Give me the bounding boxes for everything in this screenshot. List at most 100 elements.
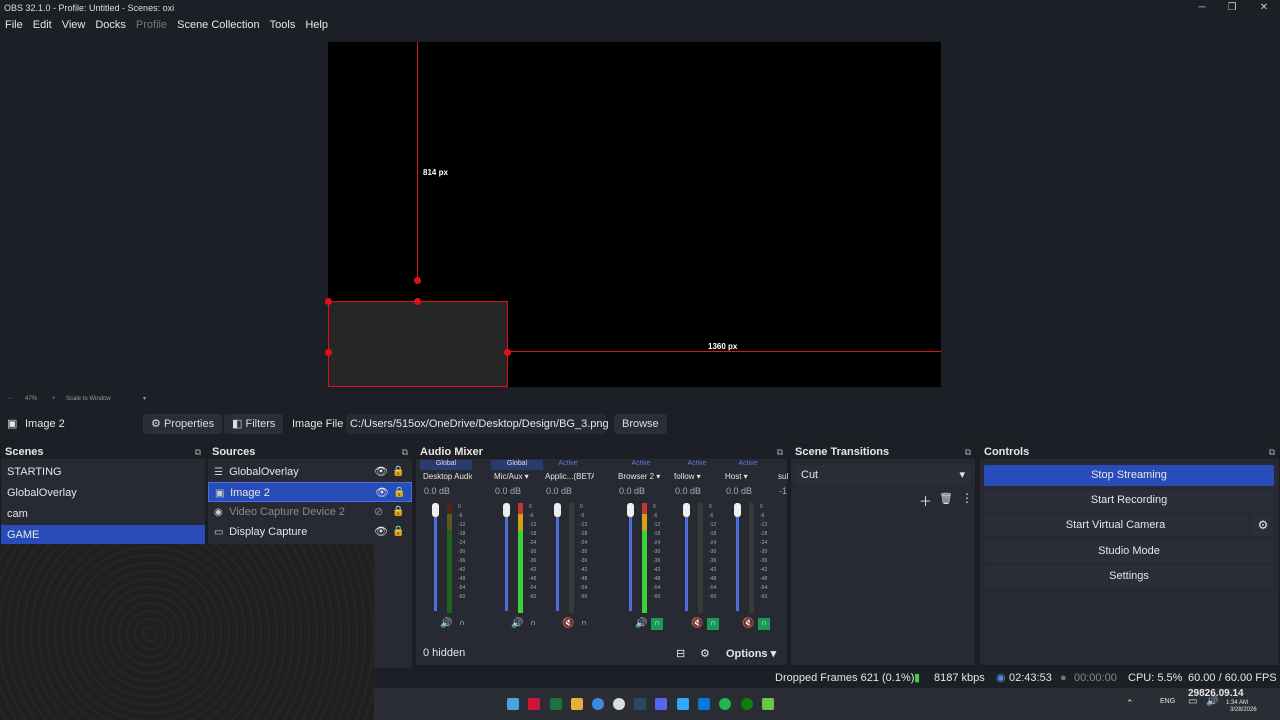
volume-knob[interactable] [432, 503, 439, 517]
menu-tools[interactable]: Tools [265, 16, 301, 34]
stop-streaming-button[interactable]: Stop Streaming [984, 465, 1274, 486]
start-recording-button[interactable]: Start Recording [984, 490, 1274, 511]
resize-handle[interactable] [414, 277, 421, 284]
properties-button[interactable]: ⚙ Properties [143, 414, 223, 434]
scene-item-globaloverlay[interactable]: GlobalOverlay [1, 483, 205, 504]
eye-icon[interactable]: 👁 [374, 522, 388, 542]
menu-help[interactable]: Help [300, 16, 333, 34]
folder-icon[interactable] [571, 698, 583, 710]
menu-edit[interactable]: Edit [28, 16, 57, 34]
zoom-out-button[interactable]: − [8, 393, 12, 405]
undock-icon[interactable]: ⧉ [965, 445, 971, 459]
scene-item-cam[interactable]: cam [1, 504, 205, 525]
steam-icon[interactable] [634, 698, 646, 710]
eye-icon[interactable]: 👁 [375, 483, 389, 503]
spotify-icon[interactable] [719, 698, 731, 710]
mute-icon[interactable]: 🔇 [562, 618, 574, 629]
volume-knob[interactable] [627, 503, 634, 517]
language-indicator[interactable]: ENG [1160, 698, 1175, 705]
excel-icon[interactable] [550, 698, 562, 710]
discord-icon[interactable] [655, 698, 667, 710]
volume-knob[interactable] [734, 503, 741, 517]
minecraft-icon[interactable] [762, 698, 774, 710]
menu-scene-collection[interactable]: Scene Collection [172, 16, 265, 34]
channel-name[interactable]: Desktop Audio ▾ [420, 470, 472, 484]
volume-knob[interactable] [683, 503, 690, 517]
headphones-icon[interactable]: ∩ [578, 618, 590, 630]
channel-name[interactable]: Browser 2 ▾ [615, 470, 667, 484]
volume-slider[interactable] [505, 503, 508, 611]
volume-slider[interactable] [434, 503, 437, 611]
headphones-icon[interactable]: ∩ [758, 618, 770, 630]
undock-icon[interactable]: ⧉ [777, 445, 783, 459]
lock-icon[interactable]: 🔒 [393, 483, 405, 503]
scene-item-game[interactable]: GAME [1, 525, 205, 546]
chevron-down-icon[interactable]: ▾ [143, 393, 146, 405]
menu-view[interactable]: View [57, 16, 91, 34]
headphones-icon[interactable]: ∩ [527, 618, 539, 630]
mute-icon[interactable]: 🔇 [742, 618, 754, 629]
menu-profile[interactable]: Profile [131, 16, 172, 34]
filters-button[interactable]: ◧ Filters [224, 414, 284, 434]
scale-mode[interactable]: Scale to Window [66, 393, 111, 405]
start-icon[interactable] [507, 698, 519, 710]
volume-knob[interactable] [554, 503, 561, 517]
resize-handle[interactable] [325, 298, 332, 305]
add-transition-icon[interactable]: ＋ [919, 491, 932, 510]
headphones-icon[interactable]: ∩ [456, 618, 468, 630]
studio-mode-button[interactable]: Studio Mode [984, 541, 1274, 562]
mute-icon[interactable]: 🔇 [691, 618, 703, 629]
channel-name[interactable]: Mic/Aux ▾ [491, 470, 543, 484]
gear-icon[interactable]: ⚙ [1252, 515, 1274, 536]
mute-icon[interactable]: 🔊 [511, 618, 523, 629]
close-button[interactable]: ✕ [1248, 0, 1280, 16]
volume-slider[interactable] [736, 503, 739, 611]
chevron-up-icon[interactable]: ⌃ [1126, 698, 1134, 709]
resize-handle[interactable] [414, 298, 421, 305]
clock-date[interactable]: 3/28/2026 [1230, 707, 1257, 713]
settings-button[interactable]: Settings [984, 566, 1274, 587]
volume-knob[interactable] [503, 503, 510, 517]
source-item-display-capture[interactable]: ▭ Display Capture 👁 🔒 [208, 522, 412, 542]
source-item-globaloverlay[interactable]: ☰ GlobalOverlay 👁 🔒 [208, 462, 412, 482]
trash-icon[interactable]: 🗑 [939, 492, 953, 505]
vscode-icon[interactable] [698, 698, 710, 710]
advanced-settings-icon[interactable]: ⚙ [700, 647, 710, 660]
options-button[interactable]: Options ▾ [726, 647, 776, 660]
headphones-icon[interactable]: ∩ [707, 618, 719, 630]
xbox-icon[interactable] [741, 698, 753, 710]
resize-handle[interactable] [325, 349, 332, 356]
layout-icon[interactable]: ⊟ [676, 647, 685, 660]
minimize-button[interactable]: ─ [1186, 0, 1218, 16]
resize-handle[interactable] [504, 349, 511, 356]
obs-icon[interactable] [613, 698, 625, 710]
mute-icon[interactable]: 🔊 [440, 618, 452, 629]
channel-name[interactable]: follow ▾ [671, 470, 723, 484]
menu-docks[interactable]: Docks [90, 16, 131, 34]
transition-select[interactable]: Cut ▾ [795, 465, 971, 485]
mute-icon[interactable]: 🔊 [635, 618, 647, 629]
more-icon[interactable]: ⋮ [961, 491, 973, 505]
zoom-in-button[interactable]: + [52, 393, 56, 405]
chrome-icon[interactable] [592, 698, 604, 710]
eye-icon[interactable]: 👁 [374, 462, 388, 482]
channel-name[interactable]: Host ▾ [722, 470, 774, 484]
photoshop-icon[interactable] [677, 698, 689, 710]
browse-button[interactable]: Browse [614, 414, 667, 434]
app-icon[interactable] [528, 698, 540, 710]
menu-file[interactable]: File [0, 16, 28, 34]
image-file-path[interactable]: C:/Users/515ox/OneDrive/Desktop/Design/B… [346, 414, 609, 434]
lock-icon[interactable]: 🔒 [392, 522, 404, 542]
maximize-button[interactable]: ❐ [1216, 0, 1248, 16]
undock-icon[interactable]: ⧉ [195, 445, 201, 459]
lock-icon[interactable]: 🔒 [392, 502, 404, 522]
headphones-icon[interactable]: ∩ [651, 618, 663, 630]
volume-slider[interactable] [556, 503, 559, 611]
undock-icon[interactable]: ⧉ [402, 445, 408, 459]
selected-image-bounds[interactable] [328, 301, 508, 387]
channel-name[interactable]: Applic...(BETA) ▾ [542, 470, 594, 484]
source-item-video-capture[interactable]: ◉ Video Capture Device 2 ⊘ 🔒 [208, 502, 412, 522]
volume-slider[interactable] [685, 503, 688, 611]
volume-slider[interactable] [629, 503, 632, 611]
scene-item-starting[interactable]: STARTING [1, 462, 205, 483]
